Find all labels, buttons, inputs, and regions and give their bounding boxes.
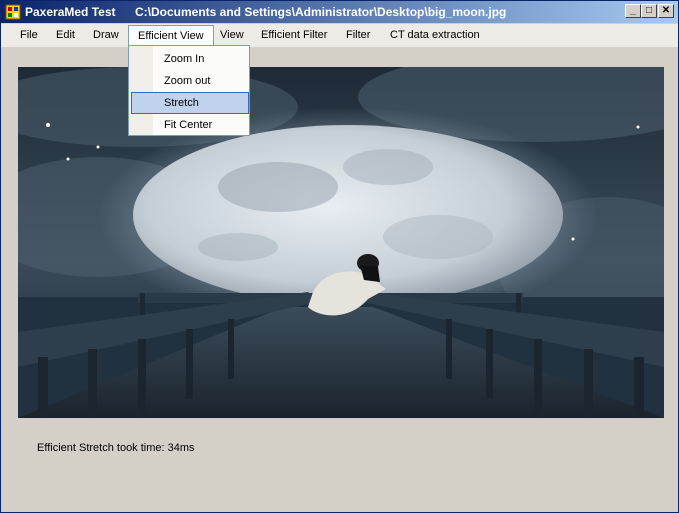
- close-button[interactable]: ✕: [658, 4, 674, 18]
- menu-item-zoom-out[interactable]: Zoom out: [131, 70, 249, 92]
- menu-file[interactable]: File: [11, 24, 47, 46]
- window-file-path: C:\Documents and Settings\Administrator\…: [135, 5, 507, 19]
- efficient-view-dropdown: Zoom In Zoom out Stretch Fit Center: [128, 45, 250, 136]
- menu-bar: File Edit Draw Efficient View View Effic…: [1, 24, 678, 47]
- maximize-button[interactable]: □: [641, 4, 657, 18]
- menu-item-zoom-in[interactable]: Zoom In: [131, 48, 249, 70]
- menu-item-stretch[interactable]: Stretch: [131, 92, 249, 114]
- app-icon: [5, 4, 21, 20]
- moon-image: [18, 67, 664, 418]
- minimize-button[interactable]: _: [625, 4, 641, 18]
- window-title: PaxeraMed Test: [25, 5, 116, 19]
- menu-filter[interactable]: Filter: [337, 24, 379, 46]
- title-bar[interactable]: PaxeraMed Test C:\Documents and Settings…: [1, 1, 678, 23]
- menu-efficient-filter[interactable]: Efficient Filter: [252, 24, 336, 46]
- menu-edit[interactable]: Edit: [47, 24, 84, 46]
- menu-item-fit-center[interactable]: Fit Center: [131, 114, 249, 136]
- menu-ct-data-extraction[interactable]: CT data extraction: [381, 24, 489, 46]
- image-view[interactable]: [18, 67, 664, 418]
- menu-draw[interactable]: Draw: [84, 24, 128, 46]
- app-window: PaxeraMed Test C:\Documents and Settings…: [0, 0, 679, 513]
- status-label: Efficient Stretch took time: 34ms: [37, 442, 195, 454]
- menu-efficient-view[interactable]: Efficient View: [128, 25, 214, 47]
- menu-view[interactable]: View: [211, 24, 253, 46]
